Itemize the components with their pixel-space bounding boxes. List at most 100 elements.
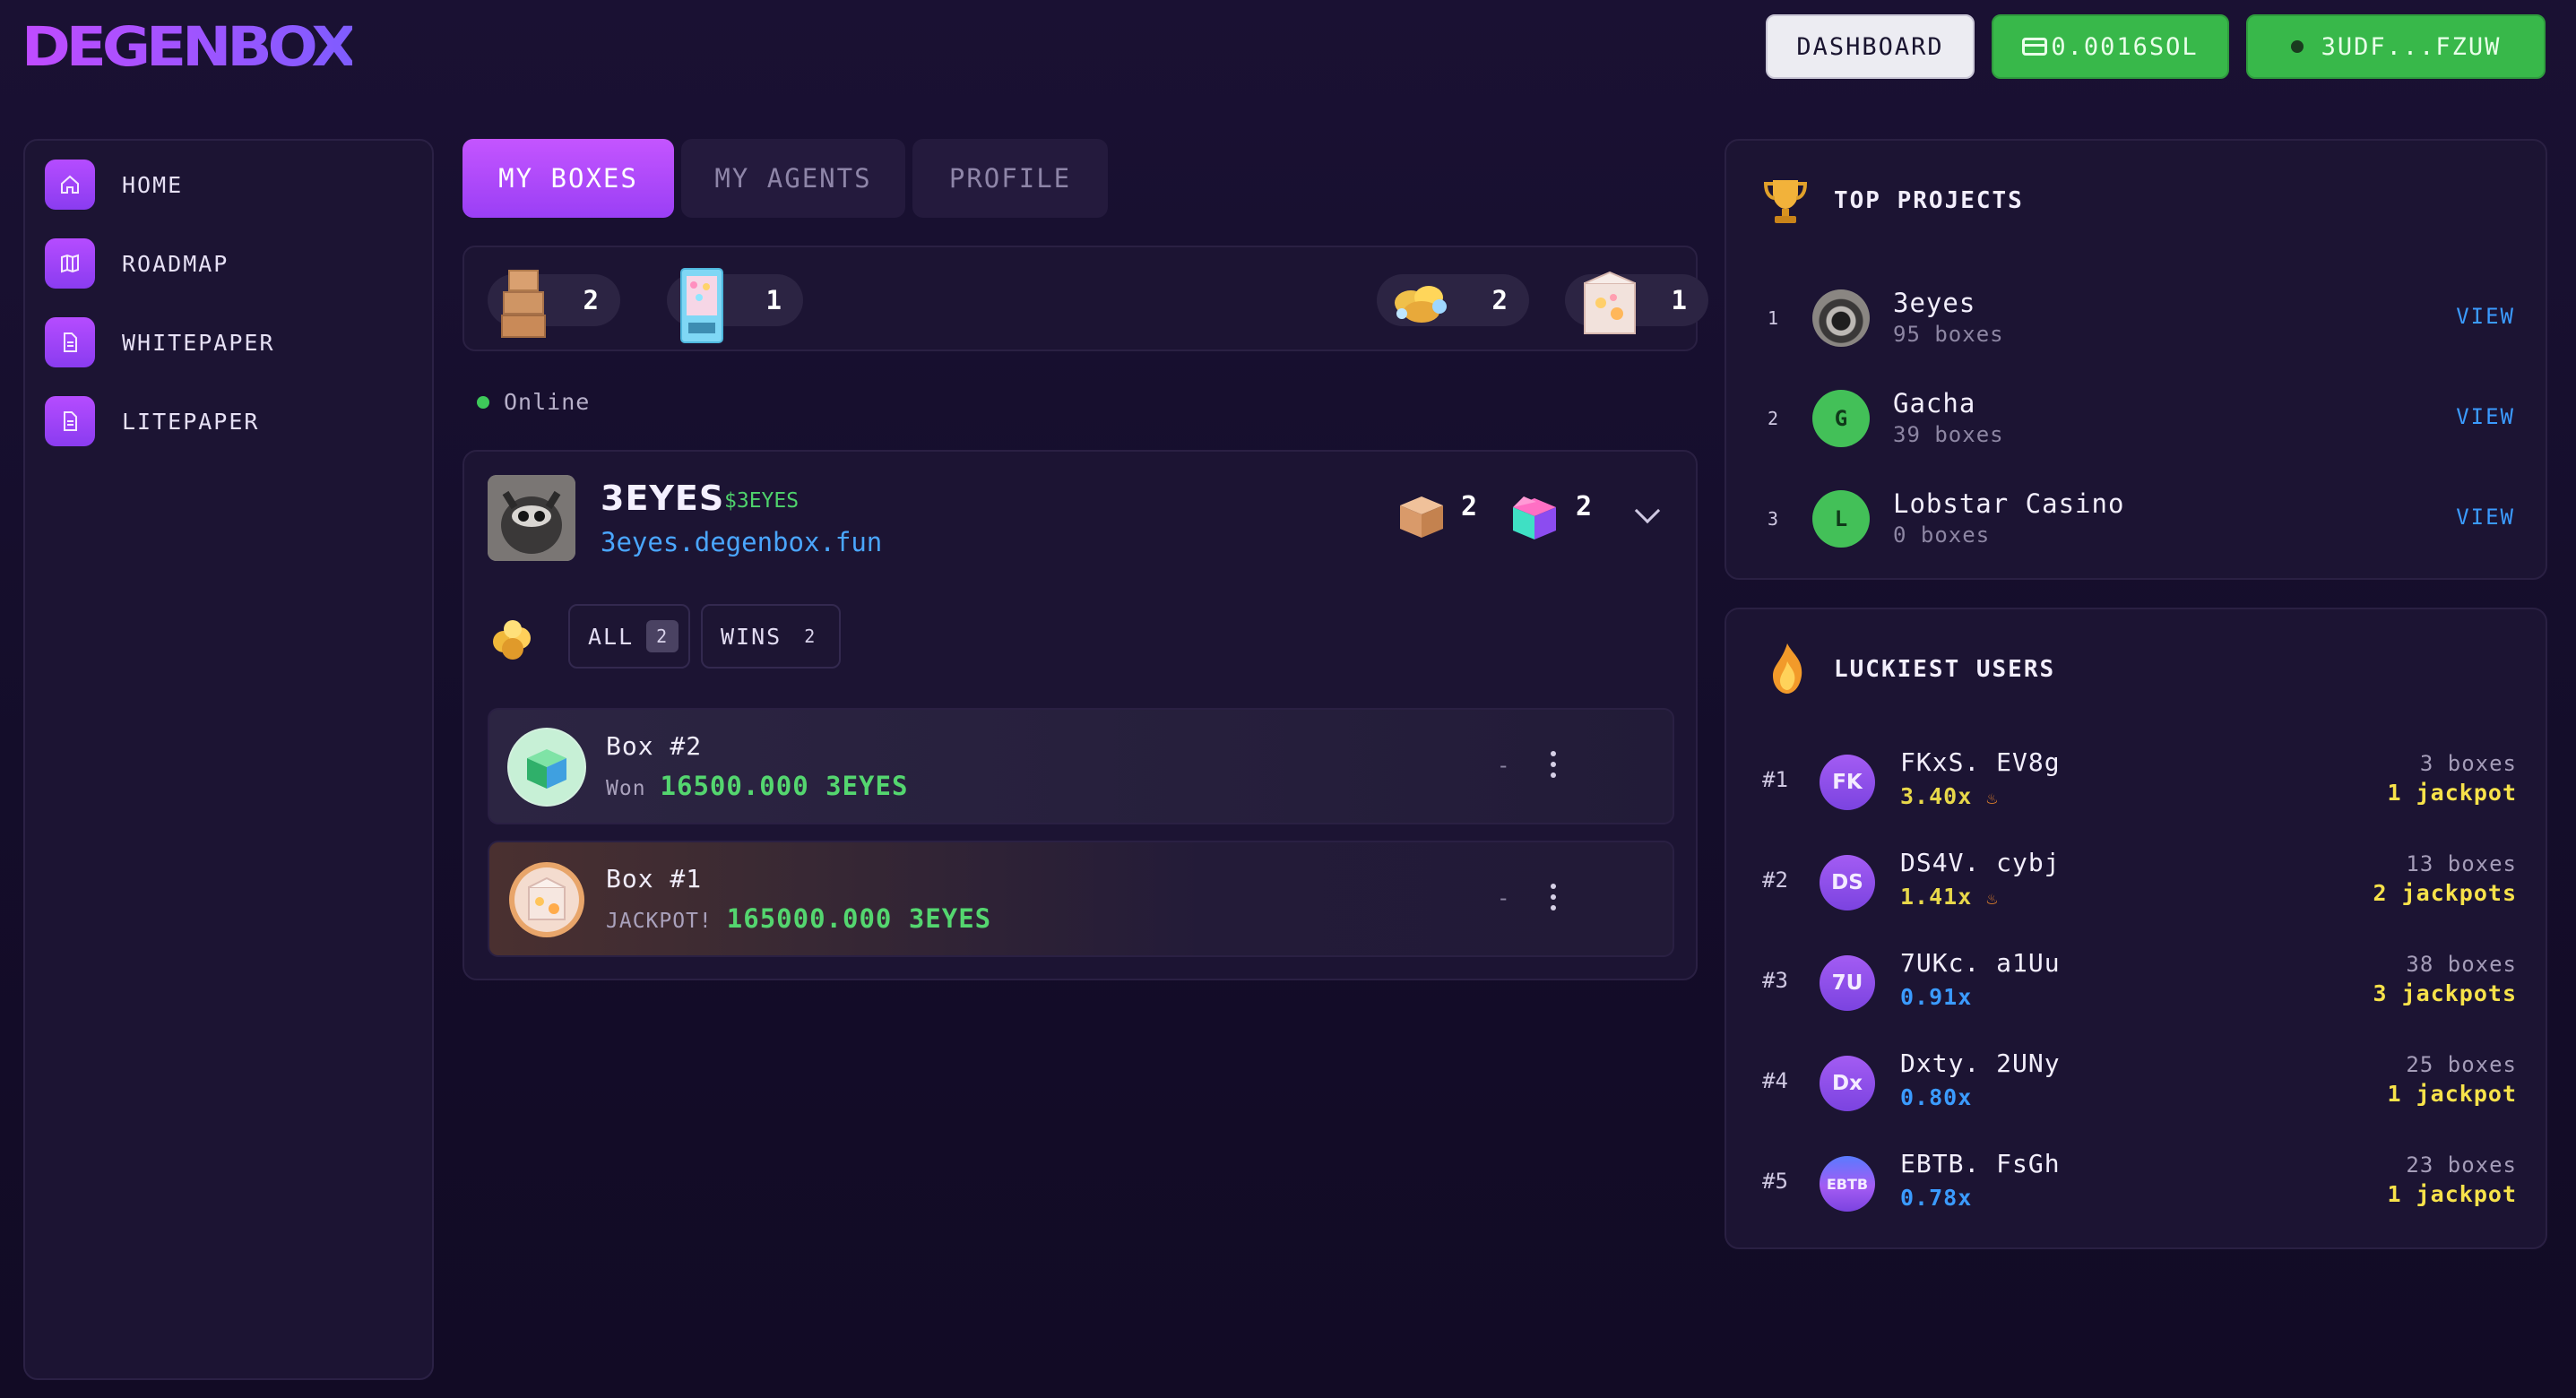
view-link[interactable]: VIEW: [2456, 505, 2515, 530]
sidebar-item-label: ROADMAP: [122, 250, 229, 277]
user-name: DS4V. cybj: [1900, 848, 2061, 877]
tab-my-agents[interactable]: MY AGENTS: [681, 139, 905, 218]
view-link[interactable]: VIEW: [2456, 404, 2515, 429]
user-box-count: 13 boxes: [2406, 851, 2517, 876]
filter-count: 2: [804, 626, 817, 647]
project-card: 3EYES $3EYES 3eyes.degenbox.fun 2 2 ALL …: [462, 450, 1698, 980]
project-name: 3eyes: [1893, 288, 1976, 318]
project-name: Lobstar Casino: [1893, 488, 2125, 519]
user-avatar: EBTB: [1820, 1156, 1875, 1212]
tab-my-boxes[interactable]: MY BOXES: [462, 139, 674, 218]
lucky-user-row[interactable]: #5 EBTB EBTB. FsGh 0.78x 23 boxes 1 jackpot: [1726, 1145, 2546, 1221]
tab-profile[interactable]: PROFILE: [912, 139, 1108, 218]
gold-coins-icon: [1395, 286, 1447, 323]
lucky-user-row[interactable]: #3 7U 7UKc. a1Uu 0.91x 38 boxes 3 jackpots: [1726, 945, 2546, 1020]
balance-button[interactable]: 0.0016SOL: [1992, 14, 2229, 79]
user-avatar: Dx: [1820, 1056, 1875, 1111]
multiplier-value: 3.40x: [1900, 783, 1973, 809]
box-title: Box #1: [606, 864, 703, 893]
rank: #3: [1762, 968, 1788, 993]
top-project-row[interactable]: 3 L Lobstar Casino 0 boxes VIEW: [1726, 483, 2546, 555]
view-link[interactable]: VIEW: [2456, 304, 2515, 329]
box-result: Won 16500.000 3EYES: [606, 771, 908, 801]
more-options-icon[interactable]: [1551, 751, 1558, 783]
box-thumbnail: [507, 860, 586, 939]
user-box-count: 38 boxes: [2406, 952, 2517, 977]
rank: 3: [1768, 508, 1779, 530]
home-icon: [45, 160, 95, 210]
fire-icon: ♨: [1986, 787, 1999, 808]
user-jackpot-count: 1 jackpot: [2387, 1081, 2517, 1107]
wallet-card-icon: [2022, 38, 2048, 56]
sidebar-item-litepaper[interactable]: LITEPAPER: [45, 393, 259, 449]
sidebar-item-roadmap[interactable]: ROADMAP: [45, 236, 229, 291]
user-jackpot-count: 3 jackpots: [2373, 980, 2517, 1006]
project-avatar: [1812, 289, 1870, 347]
rank: 1: [1768, 307, 1779, 329]
project-box-count: 39 boxes: [1893, 422, 2004, 447]
chevron-down-icon[interactable]: [1634, 497, 1661, 524]
multiplier: 1.41x ♨: [1900, 884, 1998, 910]
filter-all[interactable]: ALL 2: [568, 604, 690, 669]
counter-value: 1: [1671, 285, 1687, 315]
online-dot-icon: [477, 395, 489, 409]
wallet-button[interactable]: 3UDF...FZUW: [2246, 14, 2546, 79]
multiplier: 0.80x: [1900, 1084, 1972, 1110]
top-project-row[interactable]: 2 G Gacha 39 boxes VIEW: [1726, 383, 2546, 454]
box-status-dash: -: [1497, 885, 1510, 910]
multiplier: 0.91x: [1900, 984, 1972, 1010]
counter-box-stack[interactable]: 2: [488, 270, 620, 338]
counter-vending-machine[interactable]: 1: [667, 268, 803, 343]
rank: #5: [1762, 1169, 1788, 1194]
map-icon: [45, 238, 95, 289]
lucky-user-row[interactable]: #1 FK FKxS. EV8g 3.40x ♨ 3 boxes 1 jackpot: [1726, 744, 2546, 819]
multiplier-value: 0.78x: [1900, 1185, 1973, 1211]
document-icon: [45, 396, 95, 446]
sidebar-item-label: HOME: [122, 171, 184, 198]
logo[interactable]: DEGENBOX: [22, 15, 357, 79]
sidebar-item-label: LITEPAPER: [122, 408, 260, 435]
box-result: JACKPOT! 165000.000 3EYES: [606, 903, 991, 934]
lucky-user-row[interactable]: #2 DS DS4V. cybj 1.41x ♨ 13 boxes 2 jackpots: [1726, 844, 2546, 919]
box-row[interactable]: Box #2 Won 16500.000 3EYES -: [488, 708, 1674, 824]
sidebar-item-label: WHITEPAPER: [122, 329, 275, 356]
project-link[interactable]: 3eyes.degenbox.fun: [601, 527, 882, 557]
user-avatar: FK: [1820, 755, 1875, 810]
counter-gold-coins[interactable]: 2: [1377, 274, 1529, 326]
open-box-icon: [1513, 496, 1556, 539]
box-row[interactable]: Box #1 JACKPOT! 165000.000 3EYES -: [488, 841, 1674, 957]
box-status-dash: -: [1497, 753, 1510, 778]
filter-wins[interactable]: WINS 2: [701, 604, 841, 669]
box-result-value: 16500.000 3EYES: [660, 771, 909, 801]
document-icon: [45, 317, 95, 367]
online-label: Online: [504, 389, 591, 415]
user-jackpot-count: 1 jackpot: [2387, 1181, 2517, 1207]
multiplier: 0.78x: [1900, 1185, 1972, 1211]
user-name: EBTB. FsGh: [1900, 1149, 2061, 1178]
user-box-count: 23 boxes: [2406, 1152, 2517, 1178]
luckiest-users-panel: LUCKIEST USERS #1 FK FKxS. EV8g 3.40x ♨ 3 bo…: [1725, 608, 2547, 1249]
sidebar-item-whitepaper[interactable]: WHITEPAPER: [45, 315, 275, 370]
top-projects-panel: TOP PROJECTS 1 3eyes 95 boxes VIEW 2 G G…: [1725, 139, 2547, 580]
box-stack-icon: [501, 270, 546, 338]
trophy-icon: [1763, 180, 1808, 223]
luckiest-users-title: LUCKIEST USERS: [1834, 656, 2056, 683]
crystal-box-icon: [1584, 271, 1636, 334]
box-result-value: 165000.000 3EYES: [726, 903, 992, 934]
project-avatar: G: [1812, 390, 1870, 447]
top-projects-title: TOP PROJECTS: [1834, 187, 2024, 214]
box-title: Box #2: [606, 731, 703, 761]
more-options-icon[interactable]: [1551, 884, 1558, 916]
gold-coins-icon: [493, 620, 531, 660]
user-jackpot-count: 2 jackpots: [2373, 880, 2517, 906]
dashboard-button[interactable]: DASHBOARD: [1766, 14, 1975, 79]
lucky-user-row[interactable]: #4 Dx Dxty. 2UNy 0.80x 25 boxes 1 jackpot: [1726, 1045, 2546, 1120]
multiplier-value: 1.41x: [1900, 884, 1973, 910]
closed-box-count: 2: [1461, 491, 1478, 522]
counter-crystal-box[interactable]: 1: [1565, 271, 1708, 334]
rank: #1: [1762, 767, 1788, 792]
sidebar-item-home[interactable]: HOME: [45, 157, 183, 212]
top-project-row[interactable]: 1 3eyes 95 boxes VIEW: [1726, 282, 2546, 354]
filter-label: ALL: [588, 623, 635, 650]
project-box-count: 95 boxes: [1893, 322, 2004, 347]
